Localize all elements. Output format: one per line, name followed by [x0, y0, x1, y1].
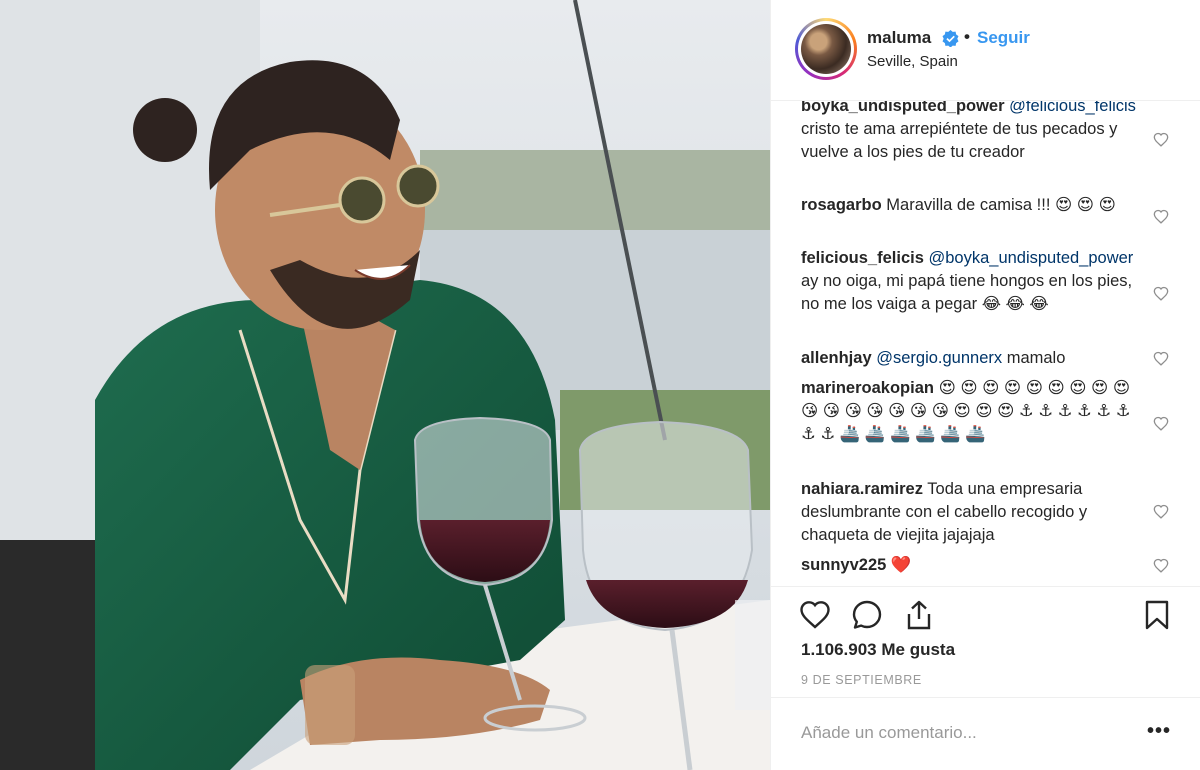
comment-username[interactable]: nahiara.ramirez	[801, 480, 923, 498]
username-link[interactable]: maluma	[867, 28, 931, 48]
comment-text: ❤️	[890, 556, 912, 574]
more-options-icon[interactable]: •••	[1147, 720, 1171, 743]
add-comment-input[interactable]: Añade un comentario...	[801, 723, 977, 743]
post-header: maluma • Seguir Seville, Spain	[771, 0, 1200, 100]
comment-text: mamalo	[1006, 349, 1066, 367]
comment-mention[interactable]: @felicious_felicis	[1009, 101, 1136, 115]
comment-like-heart-icon[interactable]	[1153, 209, 1169, 224]
comment-mention[interactable]: @sergio.gunnerx	[876, 349, 1002, 367]
share-icon[interactable]	[903, 599, 935, 631]
post-image	[0, 0, 770, 770]
comment-username[interactable]: marineroakopian	[801, 379, 934, 397]
post-photo[interactable]	[0, 0, 770, 770]
comment-username[interactable]: allenhjay	[801, 349, 872, 367]
separator-dot: •	[964, 27, 970, 46]
post-sidebar: maluma • Seguir Seville, Spain boyka_und…	[770, 0, 1200, 770]
comment-text: ay no oiga, mi papá tiene hongos en los …	[801, 272, 1133, 313]
comment-item: sunnyv225 ❤️	[801, 554, 1141, 577]
comments-list[interactable]: boyka_undisputed_power @felicious_felici…	[771, 100, 1200, 582]
heart-icon[interactable]	[799, 599, 831, 631]
comment-like-heart-icon[interactable]	[1153, 132, 1169, 147]
comment-like-heart-icon[interactable]	[1153, 504, 1169, 519]
follow-button[interactable]: Seguir	[977, 28, 1030, 48]
comment-item: allenhjay @sergio.gunnerx mamalo	[801, 347, 1141, 370]
post-date: 9 DE SEPTIEMBRE	[801, 673, 922, 687]
location-link[interactable]: Seville, Spain	[867, 53, 958, 70]
comment-username[interactable]: rosagarbo	[801, 196, 882, 214]
bookmark-icon[interactable]	[1141, 599, 1173, 631]
comment-text: cristo te ama arrepiéntete de tus pecado…	[801, 120, 1118, 161]
comment-item: rosagarbo Maravilla de camisa !!! 😍 😍 😍	[801, 194, 1141, 217]
comment-like-heart-icon[interactable]	[1153, 416, 1169, 431]
comment-like-heart-icon[interactable]	[1153, 558, 1169, 573]
post-actions-bar	[771, 586, 1200, 638]
comment-mention[interactable]: @boyka_undisputed_power	[928, 249, 1133, 267]
comment-item: felicious_felicis @boyka_undisputed_powe…	[801, 247, 1141, 316]
comment-username[interactable]: boyka_undisputed_power	[801, 101, 1005, 115]
avatar[interactable]	[795, 18, 857, 80]
add-comment-bar: Añade un comentario... •••	[771, 697, 1200, 770]
comment-username[interactable]: felicious_felicis	[801, 249, 924, 267]
comment-like-heart-icon[interactable]	[1153, 351, 1169, 366]
comment-username[interactable]: sunnyv225	[801, 556, 886, 574]
comment-icon[interactable]	[851, 599, 883, 631]
comment-like-heart-icon[interactable]	[1153, 286, 1169, 301]
comment-item: nahiara.ramirez Toda una empresaria desl…	[801, 478, 1141, 547]
comment-item: boyka_undisputed_power @felicious_felici…	[801, 101, 1141, 164]
likes-count[interactable]: 1.106.903 Me gusta	[801, 640, 955, 660]
comment-item: marineroakopian 😍 😍 😍 😍 😍 😍 😍 😍 😍 😘 😘 😘 …	[801, 377, 1141, 446]
comment-text: Maravilla de camisa !!! 😍 😍 😍	[886, 196, 1116, 214]
verified-badge-icon	[942, 30, 959, 47]
